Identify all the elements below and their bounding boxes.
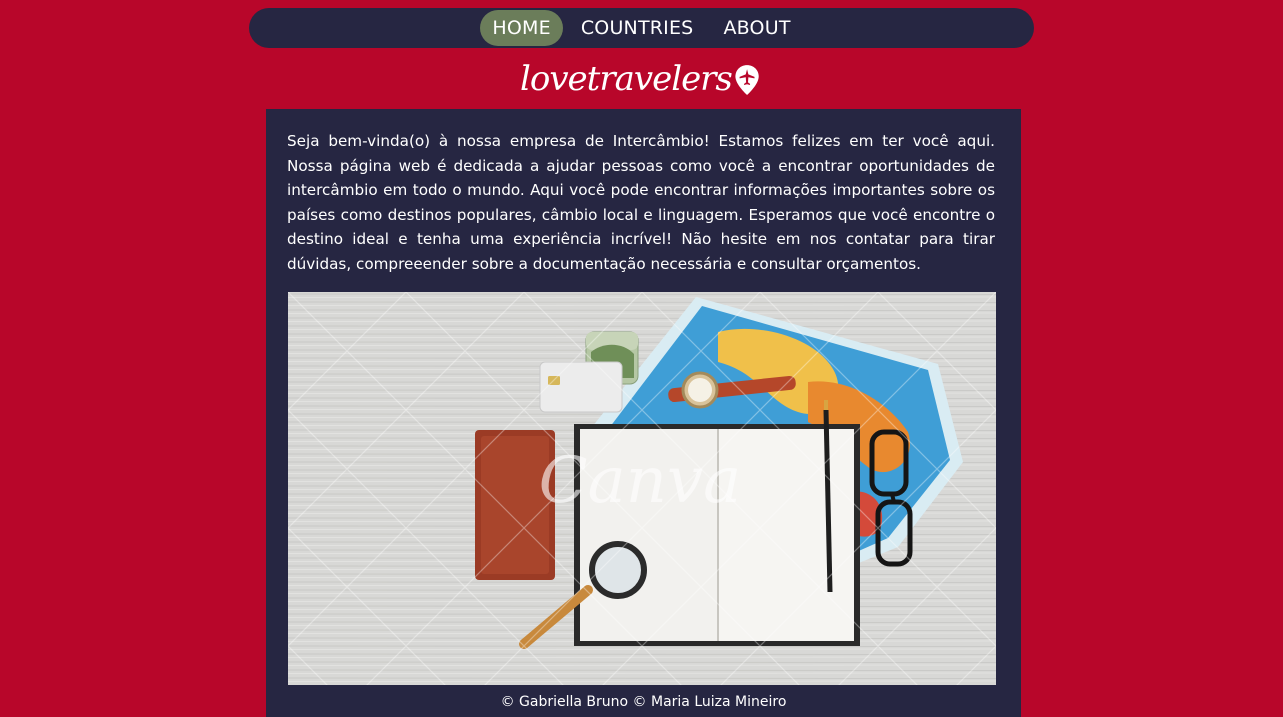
main-navbar: HOME COUNTRIES ABOUT (249, 8, 1034, 48)
location-pin-airplane-icon (735, 65, 759, 95)
content-panel: Seja bem-vinda(o) à nossa empresa de Int… (266, 109, 1021, 717)
logo-text: lovetravelers (520, 59, 733, 99)
nav-about-link[interactable]: ABOUT (711, 10, 802, 46)
intro-paragraph: Seja bem-vinda(o) à nossa empresa de Int… (287, 132, 995, 273)
travel-photo: Canva (288, 292, 996, 685)
footer-credits: © Gabriella Bruno © Maria Luiza Mineiro (500, 694, 787, 710)
canva-watermark: Canva (539, 444, 742, 518)
nav-home-link[interactable]: HOME (480, 10, 563, 46)
nav-countries-link[interactable]: COUNTRIES (569, 10, 706, 46)
site-logo[interactable]: lovetravelers (520, 54, 760, 104)
